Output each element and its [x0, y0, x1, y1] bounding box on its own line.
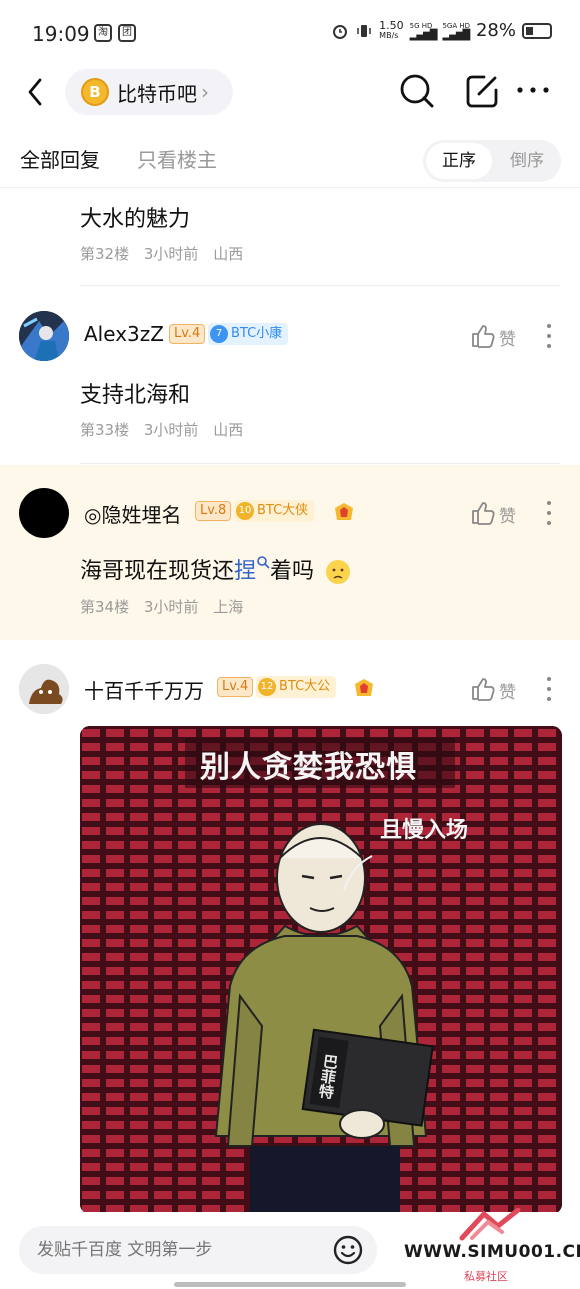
more-horizontal-icon[interactable]	[516, 80, 550, 100]
home-indicator[interactable]	[174, 1282, 406, 1287]
avatar[interactable]	[19, 488, 69, 538]
avatar[interactable]	[19, 664, 69, 714]
reply-filter-bar: 全部回复 只看楼主 正序 倒序	[0, 132, 580, 188]
post-content: 海哥现在现货还捏 着吗	[80, 553, 351, 585]
username[interactable]: 十百千千万万	[84, 675, 204, 704]
more-vertical-icon[interactable]	[540, 500, 558, 526]
post-content: 大水的魅力	[80, 207, 191, 232]
alarm-icon	[333, 24, 348, 39]
sort-ascending-button[interactable]: 正序	[426, 143, 492, 179]
compose-icon[interactable]	[464, 72, 500, 110]
net-speed: 1.50 MB/s	[379, 18, 404, 40]
tab-all-replies[interactable]: 全部回复	[20, 144, 100, 173]
post-location: 山西	[213, 245, 244, 263]
more-vertical-icon[interactable]	[540, 323, 558, 349]
forum-name: 比特币吧	[117, 81, 197, 106]
divider	[80, 285, 560, 286]
post-time: 3小时前	[143, 598, 199, 616]
status-indicators: 1.50 MB/s 5G HD ▂▄▆█ 5GA HD ▂▄▆█ 28%	[331, 20, 552, 41]
thumbs-up-icon[interactable]	[470, 676, 496, 702]
chevron-right-icon: ›	[201, 80, 209, 104]
meme-image[interactable]: 别人贪婪我恐惧 且慢入场 巴菲特	[80, 726, 562, 1214]
username[interactable]: Alex3zZ	[84, 322, 164, 346]
like-label[interactable]: 赞	[499, 678, 516, 703]
battery-icon	[522, 22, 552, 39]
level-badge: Lv.4	[217, 677, 254, 697]
meituan-notification-icon: 团	[118, 24, 136, 42]
sort-descending-button[interactable]: 倒序	[495, 143, 559, 179]
forum-title-badge: 12 BTC大公	[256, 676, 337, 698]
floor-number: 第34楼	[80, 598, 130, 616]
bitcoin-forum-logo: B	[81, 78, 109, 106]
sort-toggle: 正序 倒序	[423, 140, 561, 182]
more-vertical-icon[interactable]	[540, 676, 558, 702]
meme-speech-bubble: 且慢入场	[380, 818, 469, 843]
status-time: 19:09	[32, 22, 90, 46]
anxious-face-emoji-icon	[326, 560, 351, 584]
post-location: 山西	[213, 421, 244, 439]
search-keyword-link[interactable]: 捏	[234, 559, 256, 584]
signal-5g-1: 5G HD ▂▄▆█	[409, 21, 438, 41]
thumbs-up-icon[interactable]	[470, 323, 496, 349]
status-bar: 19:09 淘 团 1.50 MB/s 5G HD ▂▄▆█ 5GA HD ▂▄…	[0, 0, 580, 62]
watermark-url: WWW.SIMU001.CN	[404, 1242, 580, 1262]
username[interactable]: ◎隐姓埋名	[84, 499, 181, 528]
post-location: 上海	[213, 598, 244, 616]
floor-number: 第32楼	[80, 245, 130, 263]
simu-watermark: WWW.SIMU001.CN 私募社区	[400, 1206, 580, 1289]
like-label[interactable]: 赞	[499, 325, 516, 350]
signal-5g-2: 5GA HD ▂▄▆█	[442, 21, 470, 41]
battery-percent: 28%	[475, 20, 516, 41]
forum-title-badge: 7 BTC小康	[208, 323, 289, 345]
diamond-rank-icon: 7	[210, 325, 228, 343]
post-time: 3小时前	[143, 245, 199, 263]
watermark-subtitle: 私募社区	[464, 1270, 508, 1283]
reply-post: Alex3zZ Lv.4 7 BTC小康 赞 支持北海和 第33楼 3小时前 山…	[0, 287, 580, 464]
forum-entry-button[interactable]: B 比特币吧 ›	[65, 69, 233, 115]
back-arrow-icon[interactable]	[22, 74, 52, 110]
emoji-picker-icon[interactable]	[332, 1234, 364, 1266]
simu-logo-icon	[459, 1208, 521, 1241]
post-time: 3小时前	[143, 421, 199, 439]
like-label[interactable]: 赞	[499, 502, 516, 527]
reply-input[interactable]	[19, 1226, 377, 1274]
vibrate-icon	[357, 24, 371, 37]
search-icon[interactable]	[398, 72, 436, 110]
crown-rank-icon: 12	[258, 678, 276, 696]
meme-caption: 别人贪婪我恐惧	[200, 750, 417, 785]
floor-number: 第33楼	[80, 421, 130, 439]
taobao-notification-icon: 淘	[94, 24, 112, 42]
crown-rank-icon: 10	[236, 502, 254, 520]
level-badge: Lv.8	[195, 501, 232, 521]
nav-header: B 比特币吧 ›	[0, 62, 580, 122]
reply-post: 大水的魅力 第32楼 3小时前 山西	[0, 189, 580, 286]
forum-title-badge: 10 BTC大侠	[234, 500, 315, 522]
post-meta: 第32楼 3小时前 山西	[80, 243, 253, 264]
honor-badge-icon	[355, 679, 373, 696]
avatar[interactable]	[19, 311, 69, 361]
post-content: 支持北海和	[80, 383, 191, 408]
thumbs-up-icon[interactable]	[470, 500, 496, 526]
search-mini-icon[interactable]	[256, 555, 270, 569]
honor-badge-icon	[335, 503, 353, 520]
post-meta: 第33楼 3小时前 山西	[80, 419, 253, 440]
tab-op-only[interactable]: 只看楼主	[137, 144, 217, 173]
level-badge: Lv.4	[169, 324, 206, 344]
reply-post-highlighted: ◎隐姓埋名 Lv.8 10 BTC大侠 赞 海哥现在现货还捏 着吗 第34楼 3小…	[0, 465, 580, 640]
divider	[80, 463, 560, 464]
post-meta: 第34楼 3小时前 上海	[80, 596, 253, 617]
